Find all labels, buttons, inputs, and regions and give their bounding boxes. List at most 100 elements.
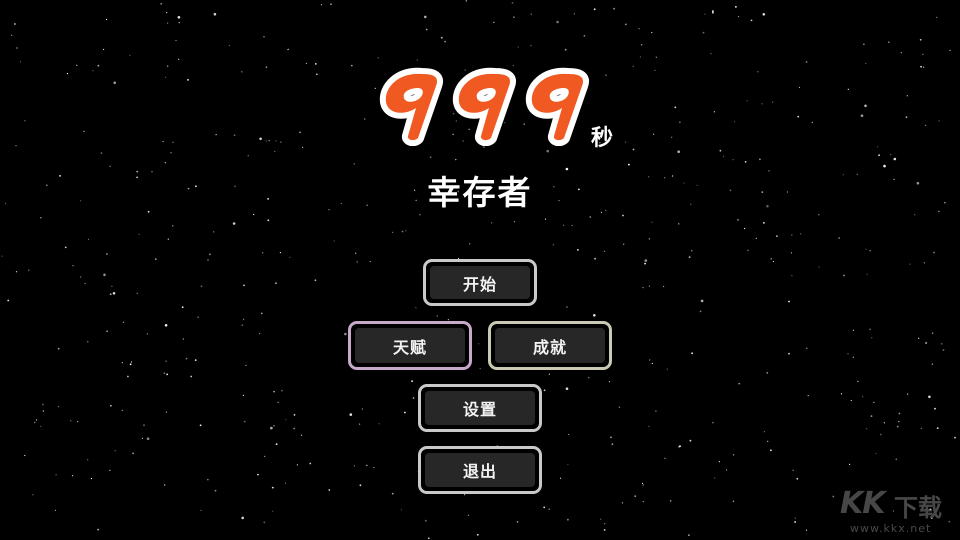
star (605, 74, 607, 77)
star (287, 49, 289, 51)
star (392, 231, 394, 233)
star (54, 509, 57, 511)
star (20, 61, 22, 63)
star (440, 36, 443, 39)
start-button[interactable]: 开始 (423, 259, 537, 306)
star (178, 22, 180, 24)
star (493, 21, 495, 23)
star (36, 419, 38, 421)
star (608, 381, 611, 383)
star (679, 445, 681, 448)
star (604, 523, 606, 525)
star (7, 299, 10, 302)
star (746, 100, 748, 102)
star (733, 121, 736, 123)
star (234, 185, 236, 187)
star (925, 124, 927, 126)
star (272, 510, 274, 512)
star (807, 395, 809, 397)
star (866, 273, 868, 275)
star (677, 150, 680, 153)
star (559, 477, 562, 479)
star (110, 404, 112, 407)
star (648, 285, 651, 287)
star (648, 238, 650, 240)
star (794, 517, 796, 519)
star (718, 461, 721, 463)
star (419, 214, 421, 216)
star (284, 482, 287, 484)
star (691, 250, 693, 252)
star (391, 492, 394, 495)
star (200, 509, 202, 512)
star (214, 489, 217, 492)
star (922, 53, 924, 55)
star (209, 253, 211, 256)
star (59, 175, 61, 177)
star (172, 225, 174, 227)
star (857, 380, 859, 382)
star (344, 332, 347, 336)
star (151, 171, 153, 173)
star (80, 276, 82, 278)
star (429, 156, 432, 159)
watermark-brand: KK (840, 486, 885, 521)
star (864, 104, 867, 108)
star (136, 292, 138, 294)
star (207, 479, 209, 481)
star (768, 170, 770, 172)
star (106, 18, 108, 21)
star (175, 39, 177, 42)
star (299, 131, 301, 134)
star (938, 120, 940, 122)
star (11, 34, 13, 36)
star (702, 31, 705, 34)
star (847, 88, 849, 90)
star (366, 464, 368, 466)
star (412, 397, 415, 399)
star (513, 221, 516, 223)
star (465, 0, 468, 2)
exit-button[interactable]: 退出 (418, 446, 542, 494)
star (766, 372, 769, 374)
star (942, 349, 945, 351)
star (141, 437, 143, 439)
star (766, 204, 769, 208)
star (136, 176, 139, 179)
star (271, 486, 274, 489)
star (919, 38, 922, 41)
star (548, 373, 550, 375)
star (14, 23, 16, 25)
star (127, 375, 129, 378)
star (729, 189, 732, 192)
star (934, 407, 936, 410)
star (404, 411, 406, 414)
talent-button[interactable]: 天赋 (348, 321, 472, 370)
start-button-label: 开始 (430, 266, 530, 299)
star (737, 219, 739, 221)
star (369, 261, 371, 263)
star (15, 271, 18, 273)
star (767, 440, 769, 442)
star (232, 222, 236, 225)
star (611, 443, 614, 446)
star (263, 521, 266, 524)
star (259, 332, 261, 335)
star (573, 13, 576, 15)
star (925, 342, 927, 344)
achievement-button[interactable]: 成就 (488, 321, 612, 370)
star (405, 230, 407, 232)
star (567, 518, 569, 521)
star (277, 401, 279, 403)
title-digit (452, 67, 516, 146)
star (103, 273, 106, 277)
star (45, 184, 48, 187)
star (688, 256, 691, 258)
star (738, 15, 740, 18)
star (289, 256, 291, 258)
star (568, 433, 570, 436)
star (914, 214, 916, 216)
settings-button[interactable]: 设置 (418, 384, 542, 432)
star (776, 235, 778, 238)
star (563, 224, 565, 226)
